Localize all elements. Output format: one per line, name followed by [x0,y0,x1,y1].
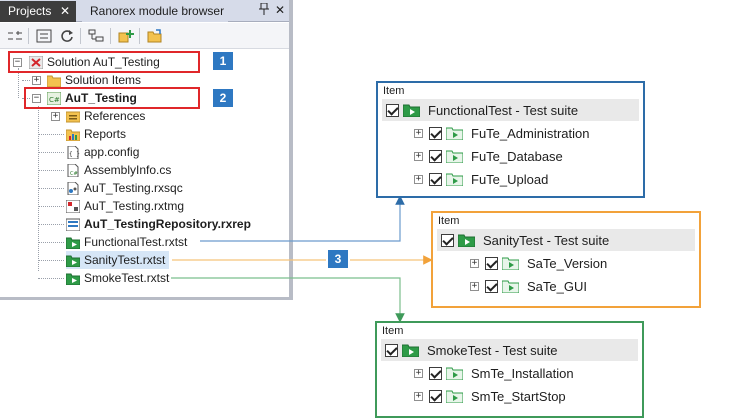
suite-label: FunctionalTest - Test suite [428,102,579,118]
test-case-row[interactable]: + SaTe_Version [470,253,607,273]
expand-toggle[interactable]: + [414,128,423,138]
expand-toggle[interactable]: + [414,368,423,378]
functional-connector [200,195,405,242]
case-checkbox[interactable] [429,149,442,163]
case-label: FuTe_Upload [471,171,549,187]
test-case-row[interactable]: + SaTe_GUI [470,276,587,296]
test-case-icon [445,149,464,164]
case-checkbox[interactable] [485,256,498,270]
expand-toggle[interactable]: + [414,174,423,184]
case-label: SmTe_StartStop [471,388,566,404]
case-label: SaTe_GUI [527,278,587,294]
callout-title: Item [383,85,405,97]
test-suite-icon [457,233,476,248]
expand-toggle[interactable]: + [470,258,479,268]
case-checkbox[interactable] [485,279,498,293]
sanity-test-callout: Item SanityTest - Test suite + SaTe_Vers… [431,211,701,308]
case-checkbox[interactable] [429,172,442,186]
test-suite-icon [402,103,421,118]
test-case-icon [501,279,520,294]
test-suite-icon [401,343,420,358]
callout-title: Item [382,325,404,337]
smoke-connector [171,277,405,323]
suite-label: SanityTest - Test suite [483,232,610,248]
test-case-row[interactable]: + FuTe_Database [414,146,563,166]
test-case-icon [501,256,520,271]
suite-checkbox[interactable] [386,103,399,117]
test-case-row[interactable]: + SmTe_Installation [414,363,574,383]
suite-checkbox[interactable] [385,343,398,357]
case-label: SaTe_Version [527,255,608,271]
suite-checkbox[interactable] [441,233,454,247]
case-checkbox[interactable] [429,126,442,140]
suite-header-row[interactable]: SanityTest - Test suite [437,229,695,251]
expand-toggle[interactable]: + [414,151,423,161]
callout-title: Item [438,215,460,227]
test-case-icon [445,389,464,404]
test-case-icon [445,366,464,381]
expand-toggle[interactable]: + [414,391,423,401]
test-case-row[interactable]: + FuTe_Upload [414,169,548,189]
test-case-row[interactable]: + SmTe_StartStop [414,386,566,406]
test-case-icon [445,126,464,141]
case-label: FuTe_Database [471,148,563,164]
suite-header-row[interactable]: FunctionalTest - Test suite [382,99,639,121]
test-case-icon [445,172,464,187]
functional-test-callout: Item FunctionalTest - Test suite + FuTe_… [376,81,645,198]
case-checkbox[interactable] [429,389,442,403]
case-label: FuTe_Administration [471,125,590,141]
smoke-test-callout: Item SmokeTest - Test suite + SmTe_Insta… [375,321,644,418]
suite-label: SmokeTest - Test suite [427,342,558,358]
test-case-row[interactable]: + FuTe_Administration [414,123,590,143]
case-label: SmTe_Installation [471,365,574,381]
expand-toggle[interactable]: + [470,281,479,291]
suite-header-row[interactable]: SmokeTest - Test suite [381,339,638,361]
case-checkbox[interactable] [429,366,442,380]
